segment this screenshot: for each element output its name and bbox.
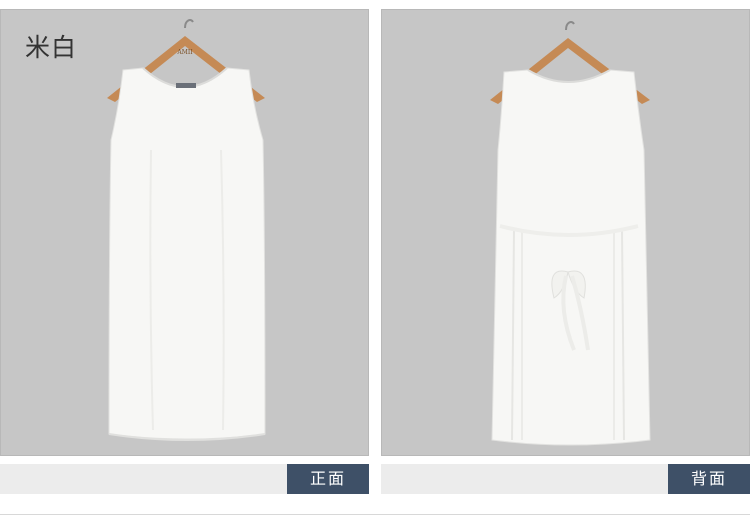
front-view-bar: 正面	[0, 464, 369, 494]
front-dress-image: AMII	[107, 19, 266, 441]
divider	[0, 514, 750, 515]
back-view-tag: 背面	[668, 464, 750, 494]
front-view-tag: 正面	[287, 464, 369, 494]
front-view-panel: AMII 米白	[0, 9, 369, 456]
back-dress-image	[490, 21, 651, 446]
back-view-panel	[381, 9, 750, 456]
hanger-brand: AMII	[176, 49, 193, 56]
color-name: 米白	[25, 33, 78, 62]
back-view-bar: 背面	[381, 464, 750, 494]
